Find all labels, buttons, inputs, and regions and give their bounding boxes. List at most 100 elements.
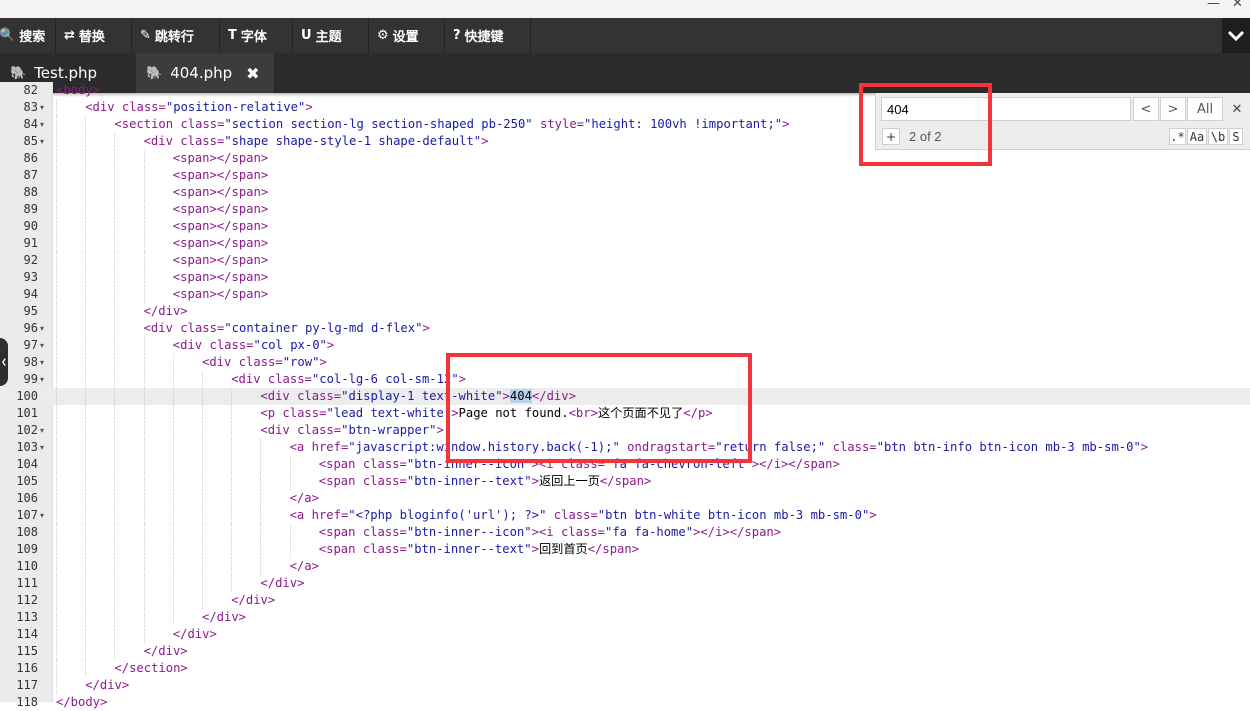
indent-guide	[289, 456, 291, 473]
line-number: 84	[23, 117, 38, 131]
indent-guide	[56, 269, 57, 286]
code-line[interactable]: 90 <span></span>	[0, 218, 1250, 235]
toolbar-button-0[interactable]: 🔍 搜索	[0, 18, 56, 53]
case-sensitive-toggle[interactable]: Aa	[1187, 128, 1207, 145]
code-line[interactable]: 111 </div>	[0, 575, 1250, 592]
code-line[interactable]: 110 </a>	[0, 558, 1250, 575]
indent-guide	[56, 337, 57, 354]
side-panel-handle[interactable]: ❮	[0, 338, 8, 386]
close-tab-icon[interactable]: ✖	[246, 64, 259, 83]
code-line[interactable]: 98 ▾ <div class="row">	[0, 354, 1250, 371]
code-line[interactable]: 114 </div>	[0, 626, 1250, 643]
indent-guide	[172, 371, 174, 388]
code-token: "<?php bloginfo('url'); ?>"	[348, 508, 547, 522]
indent-guide	[202, 371, 203, 388]
code-line[interactable]: 116 </section>	[0, 660, 1250, 677]
fold-arrow-icon[interactable]: ▾	[40, 371, 44, 388]
code-line[interactable]: 94 <span></span>	[0, 286, 1250, 303]
fold-arrow-icon[interactable]: ▾	[40, 116, 44, 133]
code-token: <span></span>	[172, 185, 269, 199]
code-line[interactable]: 97 ▾ <div class="col px-0">	[0, 337, 1250, 354]
code-line[interactable]: 106 </a>	[0, 490, 1250, 507]
toolbar-button-1[interactable]: ⇄ 替换	[56, 18, 132, 53]
code-line[interactable]: 104 <span class="btn-inner--icon"><i clas…	[0, 456, 1250, 473]
code-token: <span></span>	[172, 151, 269, 165]
search-all-button[interactable]: All	[1187, 97, 1223, 121]
code-line[interactable]: 109 <span class="btn-inner--text">回到首页</s…	[0, 541, 1250, 558]
regex-toggle[interactable]: .*	[1169, 128, 1186, 145]
code-text: <div class="row">	[202, 354, 327, 371]
search-prev-button[interactable]: <	[1133, 97, 1159, 121]
fold-arrow-icon[interactable]: ▾	[40, 337, 44, 354]
search-input[interactable]	[881, 97, 1131, 121]
code-text: <body>	[56, 82, 100, 99]
fold-arrow-icon[interactable]: ▾	[40, 354, 44, 371]
indent-guide	[143, 269, 145, 286]
toolbar-collapse-button[interactable]	[1222, 18, 1250, 53]
toolbar-button-3[interactable]: T 字体	[220, 18, 293, 53]
indent-guide	[231, 490, 233, 507]
code-line[interactable]: 95 </div>	[0, 303, 1250, 320]
whole-word-toggle[interactable]: \b	[1208, 128, 1228, 145]
toolbar-button-4[interactable]: U 主题	[293, 18, 369, 53]
code-text: <div class="col-lg-6 col-sm-12">	[231, 371, 466, 388]
code-line[interactable]: 92 <span></span>	[0, 252, 1250, 269]
code-token: class=	[297, 389, 342, 403]
code-line[interactable]: 101 <p class="lead text-white">Page not f…	[0, 405, 1250, 422]
code-editor[interactable]: 82 <body> 83 ▾ <div class="position-relative…	[0, 82, 1250, 711]
code-line[interactable]: 112 </div>	[0, 592, 1250, 609]
code-line[interactable]: 105 <span class="btn-inner--text">返回上一页</…	[0, 473, 1250, 490]
indent-guide	[56, 609, 57, 626]
code-line[interactable]: 96 ▾ <div class="container py-lg-md d-flex…	[0, 320, 1250, 337]
indent-guide	[114, 439, 116, 456]
code-text: <div class="display-1 text-white">404</d…	[260, 388, 576, 405]
code-line[interactable]: 113 </div>	[0, 609, 1250, 626]
code-line[interactable]: 91 <span></span>	[0, 235, 1250, 252]
code-line[interactable]: 115 </div>	[0, 643, 1250, 660]
fold-arrow-icon[interactable]: ▾	[40, 439, 44, 456]
indent-guide	[260, 490, 262, 507]
code-line[interactable]: 103 ▾ <a href="javascript:window.history.b…	[0, 439, 1250, 456]
indent-guide	[56, 184, 57, 201]
code-line[interactable]: 99 ▾ <div class="col-lg-6 col-sm-12">	[0, 371, 1250, 388]
code-text: <span class="btn-inner--icon"><i class="…	[319, 456, 840, 473]
code-line[interactable]: 86 <span></span>	[0, 150, 1250, 167]
search-in-selection-toggle[interactable]: S	[1229, 128, 1243, 145]
code-line[interactable]: 118 </body>	[0, 694, 1250, 711]
fold-arrow-icon[interactable]: ▾	[40, 99, 44, 116]
code-line[interactable]: 100 <div class="display-1 text-white">404…	[0, 388, 1250, 405]
code-line[interactable]: 87 <span></span>	[0, 167, 1250, 184]
code-token: "position-relative"	[165, 100, 306, 114]
indent-guide	[56, 320, 57, 337]
code-text: <span class="btn-inner--text">返回上一页</spa…	[319, 473, 651, 490]
toolbar-button-2[interactable]: ✎ 跳转行	[132, 18, 220, 53]
indent-guide	[114, 558, 116, 575]
indent-guide	[85, 133, 87, 150]
indent-guide	[143, 541, 145, 558]
minimize-icon[interactable]: —	[1207, 0, 1220, 11]
code-text: <span class="btn-inner--icon"><i class="…	[319, 524, 781, 541]
fold-arrow-icon[interactable]: ▾	[40, 320, 44, 337]
indent-guide	[143, 609, 145, 626]
code-line[interactable]: 89 <span></span>	[0, 201, 1250, 218]
search-next-button[interactable]: >	[1160, 97, 1186, 121]
indent-guide	[114, 456, 116, 473]
code-line[interactable]: 108 <span class="btn-inner--icon"><i clas…	[0, 524, 1250, 541]
fold-arrow-icon[interactable]: ▾	[40, 422, 44, 439]
code-line[interactable]: 102 ▾ <div class="btn-wrapper">	[0, 422, 1250, 439]
fold-arrow-icon[interactable]: ▾	[40, 133, 44, 150]
code-line[interactable]: 88 <span></span>	[0, 184, 1250, 201]
search-close-icon[interactable]: ✕	[1228, 97, 1246, 121]
indent-guide	[202, 388, 203, 405]
code-text: <span></span>	[173, 286, 268, 303]
code-line[interactable]: 93 <span></span>	[0, 269, 1250, 286]
code-token: class=	[297, 423, 342, 437]
toolbar-button-6[interactable]: ? 快捷键	[445, 18, 531, 53]
code-line[interactable]: 107 ▾ <a href="<?php bloginfo('url'); ?>" …	[0, 507, 1250, 524]
fold-arrow-icon[interactable]: ▾	[40, 507, 44, 524]
close-window-icon[interactable]: ✕	[1232, 0, 1243, 11]
search-expand-button[interactable]: +	[882, 128, 900, 145]
toolbar-button-5[interactable]: ⚙ 设置	[369, 18, 445, 53]
code-line[interactable]: 117 </div>	[0, 677, 1250, 694]
code-text: </div>	[144, 643, 188, 660]
